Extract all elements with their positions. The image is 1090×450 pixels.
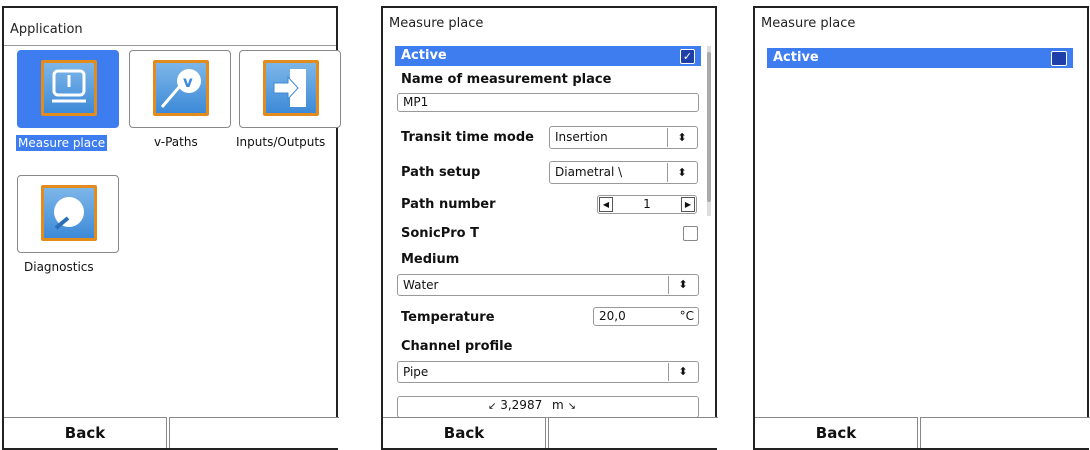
softkey-bar: Back bbox=[755, 417, 1090, 448]
screen-title: Application bbox=[10, 22, 83, 37]
v-paths-icon: v bbox=[153, 60, 209, 116]
active-checkbox[interactable]: ✓ bbox=[680, 49, 695, 64]
tile-v-paths[interactable]: v bbox=[129, 50, 231, 128]
active-row[interactable]: Active bbox=[767, 48, 1073, 68]
path-number-value: 1 bbox=[643, 197, 651, 211]
transit-time-mode-label: Transit time mode bbox=[401, 130, 534, 145]
sonicpro-checkbox[interactable] bbox=[683, 226, 698, 241]
medium-select[interactable]: Water ⬍ bbox=[397, 274, 699, 296]
path-setup-label: Path setup bbox=[401, 165, 481, 180]
right-softkey[interactable] bbox=[920, 417, 1090, 448]
active-label: Active bbox=[401, 48, 447, 63]
title-divider bbox=[4, 45, 336, 46]
tile-inputs-outputs[interactable] bbox=[239, 50, 341, 128]
path-number-stepper[interactable]: ◀ 1 ▶ bbox=[597, 195, 697, 214]
medium-label: Medium bbox=[401, 252, 460, 267]
updown-icon: ⬍ bbox=[668, 363, 697, 381]
path-setup-select[interactable]: Diametral \ ⬍ bbox=[549, 161, 698, 184]
tile-label-v-paths: v-Paths bbox=[154, 135, 198, 149]
tile-label-diagnostics: Diagnostics bbox=[24, 260, 94, 274]
resize-icon: ↙ bbox=[488, 401, 497, 412]
decrement-icon[interactable]: ◀ bbox=[599, 197, 613, 212]
channel-profile-select[interactable]: Pipe ⬍ bbox=[397, 361, 699, 383]
sonicpro-label: SonicPro T bbox=[401, 226, 479, 241]
back-button[interactable]: Back bbox=[4, 417, 167, 448]
right-softkey[interactable] bbox=[548, 417, 718, 448]
measure-place-icon bbox=[41, 60, 97, 116]
right-softkey[interactable] bbox=[169, 417, 339, 448]
diagnostics-icon bbox=[41, 185, 97, 241]
active-checkbox[interactable] bbox=[1051, 51, 1067, 66]
resize-icon: ↘ bbox=[567, 401, 576, 412]
temperature-value: 20,0 bbox=[599, 309, 626, 323]
softkey-bar: Back bbox=[4, 417, 339, 448]
transit-time-mode-select[interactable]: Insertion ⬍ bbox=[549, 126, 698, 149]
application-screen: Application Measure place v v-Paths Inpu… bbox=[2, 6, 341, 450]
tile-diagnostics[interactable] bbox=[17, 175, 119, 253]
temperature-input[interactable]: 20,0 °C bbox=[593, 307, 699, 326]
measure-place-screen: Measure place Active ✓ Name of measureme… bbox=[381, 6, 718, 450]
active-label: Active bbox=[773, 50, 819, 65]
screen-title: Measure place bbox=[761, 16, 856, 31]
softkey-bar: Back bbox=[383, 417, 718, 448]
updown-icon: ⬍ bbox=[668, 276, 697, 294]
back-button[interactable]: Back bbox=[383, 417, 546, 448]
dimension-value: 3,2987 bbox=[500, 398, 543, 412]
active-row[interactable]: Active ✓ bbox=[395, 46, 701, 66]
tile-label-measure-place: Measure place bbox=[16, 135, 108, 151]
svg-text:v: v bbox=[183, 73, 193, 91]
back-button[interactable]: Back bbox=[755, 417, 918, 448]
dimension-field[interactable]: ↙ 3,2987 m ↘ bbox=[397, 396, 699, 418]
temperature-label: Temperature bbox=[401, 310, 495, 325]
screen-title: Measure place bbox=[389, 16, 484, 31]
scrollbar-thumb[interactable] bbox=[707, 52, 711, 202]
name-input[interactable]: MP1 bbox=[397, 93, 699, 112]
path-number-label: Path number bbox=[401, 197, 496, 212]
transit-time-mode-value: Insertion bbox=[555, 130, 608, 144]
measure-place-screen-collapsed: Measure place Active Back bbox=[753, 6, 1090, 450]
tile-label-inputs-outputs: Inputs/Outputs bbox=[236, 135, 326, 149]
inputs-outputs-icon bbox=[263, 60, 319, 116]
path-setup-value: Diametral \ bbox=[555, 165, 623, 179]
name-label: Name of measurement place bbox=[401, 72, 612, 87]
channel-profile-value: Pipe bbox=[403, 365, 429, 379]
dimension-unit: m bbox=[552, 398, 564, 412]
channel-profile-label: Channel profile bbox=[401, 339, 513, 354]
updown-icon: ⬍ bbox=[667, 128, 696, 147]
tile-measure-place[interactable] bbox=[17, 50, 119, 128]
increment-icon[interactable]: ▶ bbox=[681, 197, 695, 212]
temperature-unit: °C bbox=[679, 309, 694, 323]
medium-value: Water bbox=[403, 278, 439, 292]
updown-icon: ⬍ bbox=[667, 163, 696, 182]
